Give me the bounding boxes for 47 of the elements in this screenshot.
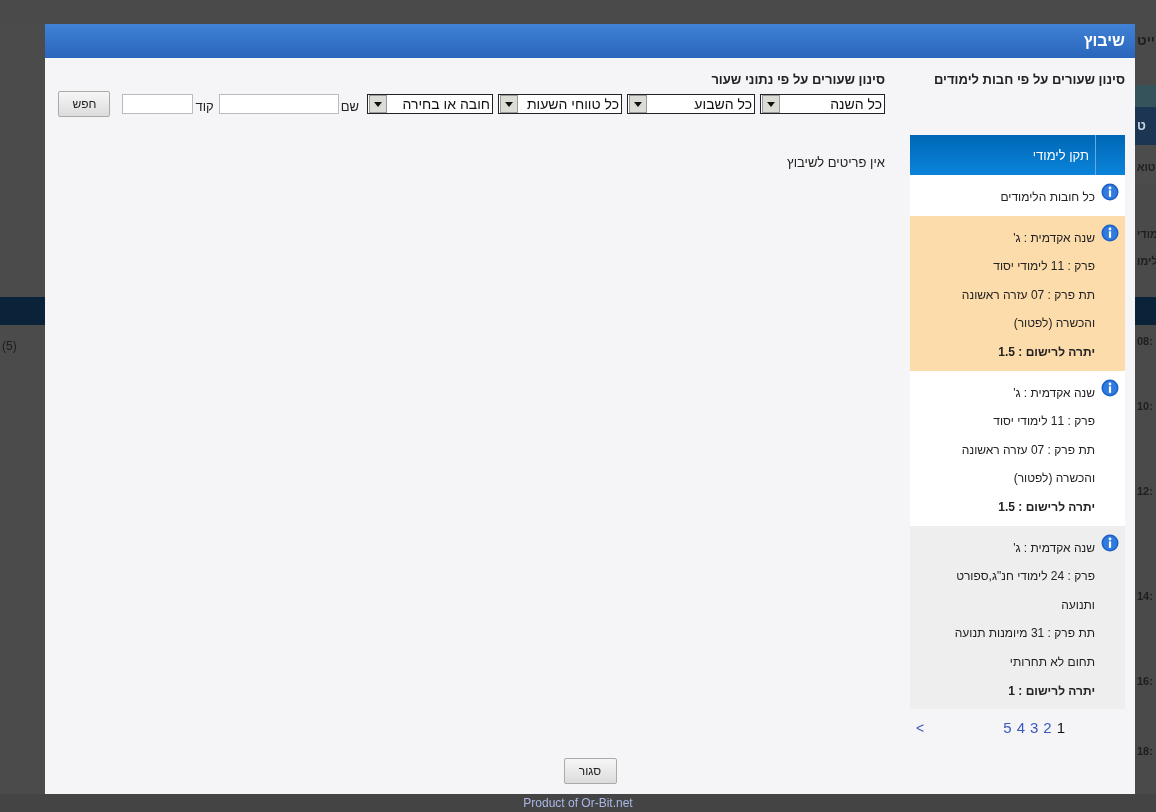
table-row[interactable]: שנה אקדמית : ג' פרק : 11 לימודי יסוד תת פרק : 07 עזרה ראשונה והכשרה (לפטור) יתרה לרישום : 1.5	[910, 370, 1125, 526]
table-header-bar	[1135, 297, 1156, 325]
row-text: פרק : 24 לימודי חנ"ג,ספורט ותנועה	[955, 568, 1095, 614]
page-link[interactable]: 5	[1003, 719, 1012, 737]
info-icon	[1101, 223, 1119, 242]
balance-text: יתרה לרישום : 1.5	[997, 498, 1095, 516]
dropdown[interactable]: כל השנה	[760, 94, 885, 114]
row-text: שנה אקדמית : ג'	[1012, 229, 1095, 247]
empty-message: אין פריטים לשיבוץ	[787, 155, 885, 170]
row-text: תת פרק : 07 עזרה ראשונה והכשרה (לפטור)	[960, 441, 1095, 488]
section-heading: סינון שעורים על פי חבות לימודים	[933, 72, 1125, 87]
row-text: תת פרק : 07 עזרה ראשונה והכשרה (לפטור)	[960, 286, 1095, 333]
page-link[interactable]: 3	[1029, 719, 1039, 737]
table-row[interactable]: שנה אקדמית : ג' פרק : 11 לימודי יסוד תת פרק : 07 עזרה ראשונה והכשרה (לפטור) יתרה לרישום : 1.5	[910, 215, 1125, 371]
table-row[interactable]: כל חובות הלימודים	[910, 175, 1125, 216]
table-row[interactable]: שנה אקדמית : ג' פרק : 24 לימודי חנ"ג,ספורט ותנועה תת פרק : 31 מיומנות תנועה תחום לא תחרותי יתרה לרישום : 1	[910, 525, 1125, 710]
row-text: תת פרק : 31 מיומנות תנועה תחום לא תחרותי	[953, 625, 1095, 671]
row-text: שנה אקדמית : ג'	[1012, 539, 1095, 557]
row-text: פרק : 11 לימודי יסוד	[992, 258, 1095, 276]
table-header-bar	[0, 297, 45, 325]
search-button[interactable]: חפש	[58, 91, 111, 117]
balance-text: יתרה לרישום : 1	[1007, 682, 1095, 700]
info-icon	[1101, 378, 1119, 397]
code-field[interactable]	[122, 94, 194, 114]
name-field[interactable]	[218, 94, 339, 114]
dropdown[interactable]: חובה או בחירה	[367, 94, 493, 114]
name-label: שם	[340, 98, 359, 114]
dropdown[interactable]: כל טווחי השעות	[498, 94, 622, 114]
row-text: שנה אקדמית : ג'	[1012, 384, 1095, 402]
section-heading: סינון שעורים על פי נתוני שעור	[711, 72, 885, 87]
dropdown[interactable]: כל השבוע	[627, 94, 755, 114]
page-link[interactable]: 1	[1056, 719, 1065, 737]
info-icon	[1101, 183, 1119, 201]
header-stripe	[1135, 85, 1156, 107]
code-label: קוד	[195, 98, 214, 114]
balance-text: יתרה לרישום : 1.5	[997, 343, 1095, 361]
column-header: תקן לימודי	[1031, 147, 1090, 163]
page-link[interactable]: 4	[1016, 719, 1025, 737]
footer-text: Product of Or-Bit.net	[523, 796, 633, 810]
next-page-link[interactable]: <	[916, 719, 925, 736]
nav-text-fragment: ט	[1137, 118, 1146, 134]
row-text: כל חובות הלימודים	[999, 189, 1095, 206]
row-text: פרק : 11 לימודי יסוד	[992, 413, 1095, 431]
dialog-title: שיבוץ	[1083, 32, 1125, 50]
page-link[interactable]: 2	[1043, 719, 1052, 737]
close-button[interactable]: סגור	[563, 758, 617, 784]
info-icon	[1101, 533, 1119, 552]
